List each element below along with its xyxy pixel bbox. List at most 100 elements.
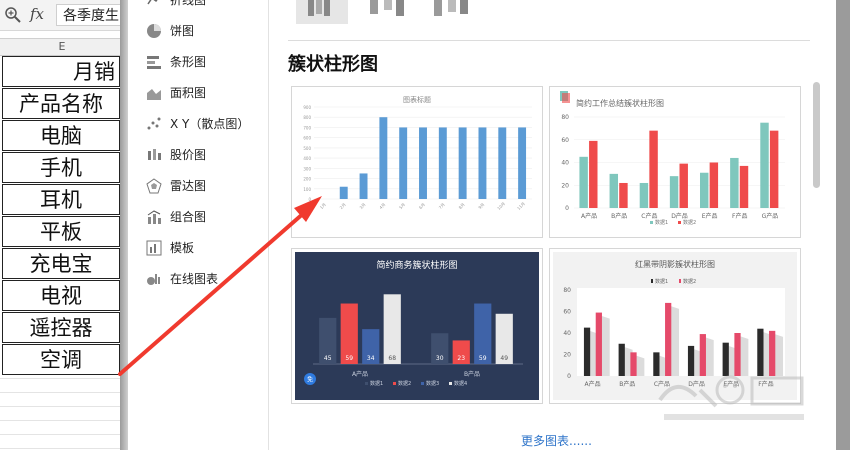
- bar: [769, 130, 779, 208]
- x-tick-label: 8月: [457, 202, 465, 210]
- legend-swatch: [393, 382, 396, 385]
- chart-subtype-thumb-2[interactable]: [366, 0, 410, 18]
- sidebar-item-online-chart[interactable]: 在线图表: [146, 269, 218, 289]
- bar: [679, 163, 688, 208]
- legend-swatch: [650, 221, 653, 224]
- legend-label: 数据3: [426, 380, 439, 387]
- x-tick-label: B产品: [464, 370, 480, 378]
- sidebar-item-bar-chart[interactable]: 条形图: [146, 52, 206, 72]
- x-tick-label: A产品: [352, 370, 368, 378]
- grid-line: [0, 406, 124, 407]
- legend-label: 数据1: [655, 278, 668, 285]
- y-tick-label: 700: [303, 125, 311, 130]
- sidebar-item-radar-chart[interactable]: 雷达图: [146, 176, 206, 196]
- sheet-cell[interactable]: 遥控器: [2, 312, 120, 343]
- y-tick-label: 600: [303, 136, 311, 141]
- merged-title-cell[interactable]: 月销: [2, 56, 120, 87]
- sheet-cell[interactable]: 平板: [2, 216, 120, 247]
- template-card-2[interactable]: 简约工作总结簇状柱形图 80 60 40 20 0 A产品 B产品 C产品 D产品 E产品 F产品 G产…: [549, 86, 801, 238]
- x-tick-label: 5月: [398, 202, 406, 210]
- chart-title: 红黑带阴影簇状柱形图: [635, 259, 715, 269]
- x-tick-label: 1月: [319, 202, 327, 210]
- x-tick-label: 7月: [438, 202, 446, 210]
- sheet-cell[interactable]: 耳机: [2, 184, 120, 215]
- more-charts-link[interactable]: 更多图表......: [521, 432, 592, 449]
- bar: [649, 130, 658, 208]
- sidebar-item-label: 在线图表: [170, 272, 219, 286]
- zoom-icon[interactable]: [4, 6, 22, 24]
- y-tick-label: 400: [303, 156, 311, 161]
- sidebar-item-label: 饼图: [170, 24, 195, 38]
- sidebar-item-combo-chart[interactable]: 组合图: [146, 207, 206, 227]
- sheet-cell[interactable]: 产品名称: [2, 88, 120, 119]
- template-card-3[interactable]: 简约商务簇状柱形图 45 59 34 68 A产品 30 23 59 49 B产品 数据1 数据2 数据3…: [291, 248, 543, 404]
- sheet-cell[interactable]: 空调: [2, 344, 120, 375]
- bar: [359, 173, 368, 199]
- x-tick-label: C产品: [641, 212, 657, 220]
- y-tick-label: 800: [303, 115, 311, 120]
- legend-label: 数据4: [454, 380, 467, 387]
- scrollbar-thumb[interactable]: [813, 82, 820, 188]
- legend-label: 数据2: [398, 380, 411, 387]
- stock-chart-icon: [148, 149, 161, 160]
- sheet-cell[interactable]: 电脑: [2, 120, 120, 151]
- template-chart-2: 简约工作总结簇状柱形图 80 60 40 20 0 A产品 B产品 C产品 D产品 E产品 F产品 G产…: [560, 91, 785, 226]
- formula-input[interactable]: 各季度生: [56, 4, 124, 26]
- sidebar-item-label: X Y（散点图）: [170, 117, 250, 131]
- template-card-1[interactable]: 图表标题 900 800 700 600 500 400 300 200 100 0 1月 2月 3月 4月…: [291, 86, 543, 238]
- template-chart-3: 简约商务簇状柱形图 45 59 34 68 A产品 30 23 59 49 B产品数据1 数据2 数据3…: [295, 252, 539, 400]
- sidebar-item-area-chart[interactable]: 面积图: [146, 83, 206, 103]
- chart-title: 简约工作总结簇状柱形图: [576, 98, 664, 108]
- bar: [339, 186, 348, 199]
- data-label: 68: [388, 355, 396, 362]
- column-header-e[interactable]: E: [0, 38, 124, 56]
- sidebar-item-line-chart[interactable]: 折线图: [146, 0, 206, 10]
- section-title: 簇状柱形图: [288, 54, 378, 75]
- legend-swatch: [421, 382, 424, 385]
- bar: [438, 127, 447, 199]
- y-tick-label: 100: [303, 187, 311, 192]
- baidu-watermark-icon: [658, 375, 804, 420]
- pie-chart-icon: [147, 24, 161, 38]
- bar: [589, 140, 598, 208]
- section-divider: [288, 40, 818, 41]
- sidebar-item-label: 股价图: [170, 148, 207, 162]
- bar: [665, 302, 672, 376]
- sidebar-item-label: 面积图: [170, 86, 207, 100]
- sidebar-item-label: 雷达图: [170, 179, 207, 193]
- chart-subtype-thumb-1[interactable]: [296, 0, 348, 24]
- sidebar-item-label: 组合图: [170, 210, 207, 224]
- sidebar-item-scatter-chart[interactable]: X Y（散点图）: [146, 114, 249, 134]
- line-chart-icon: [147, 0, 158, 5]
- sheet-cell[interactable]: 电视: [2, 280, 120, 311]
- y-tick-label: 80: [561, 114, 569, 121]
- bar: [639, 182, 649, 208]
- sidebar-item-template[interactable]: 模板: [146, 238, 194, 258]
- x-tick-label: F产品: [732, 212, 747, 220]
- bar-shadow: [600, 315, 610, 376]
- legend-swatch: [365, 382, 368, 385]
- scatter-chart-icon: [147, 117, 161, 130]
- sheet-cell[interactable]: 手机: [2, 152, 120, 183]
- sidebar-item-pie-chart[interactable]: 饼图: [146, 21, 194, 41]
- bar: [478, 127, 487, 199]
- chart-subtype-thumb-3[interactable]: [430, 0, 474, 18]
- bar: [709, 162, 719, 208]
- y-tick-label: 20: [563, 352, 571, 359]
- fx-icon[interactable]: fx: [30, 5, 44, 23]
- bar: [419, 127, 427, 199]
- bar-shadow: [670, 305, 680, 376]
- bar: [383, 294, 401, 364]
- bar: [399, 127, 408, 199]
- x-tick-label: 3月: [358, 202, 366, 210]
- radar-chart-icon: [146, 178, 162, 194]
- sheet-cell[interactable]: 充电宝: [2, 248, 120, 279]
- sidebar-item-label: 条形图: [170, 55, 207, 69]
- y-tick-label: 40: [561, 160, 569, 167]
- x-tick-label: 2月: [339, 202, 347, 210]
- bar: [760, 122, 769, 208]
- sidebar-item-stock-chart[interactable]: 股价图: [146, 145, 206, 165]
- x-tick-label: B产品: [611, 212, 627, 220]
- bar: [609, 173, 619, 208]
- data-label: 30: [436, 355, 444, 362]
